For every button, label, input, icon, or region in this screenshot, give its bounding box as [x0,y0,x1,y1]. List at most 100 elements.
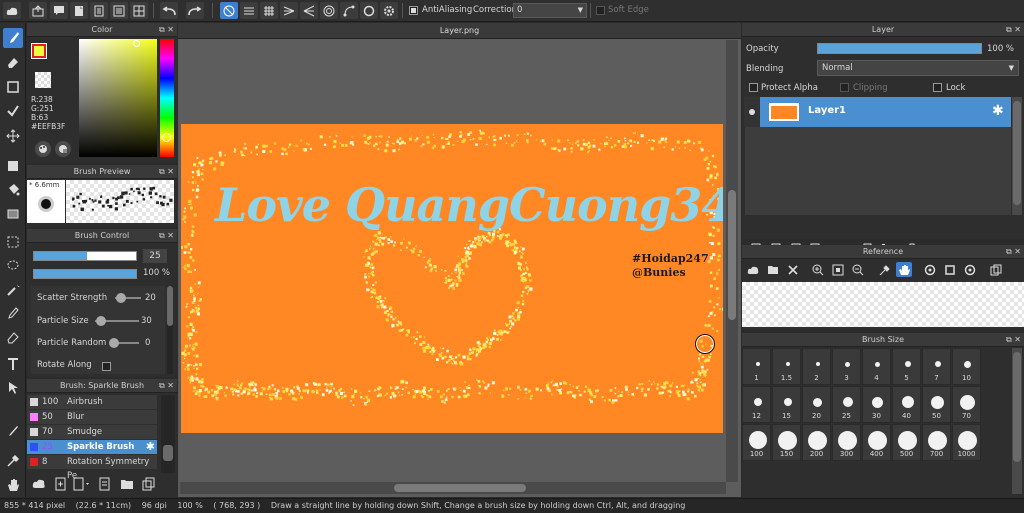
hand-tool-icon[interactable] [3,475,23,495]
correction-select[interactable]: 0 ▼ [513,3,587,18]
copy-brush-icon[interactable] [142,477,156,491]
rotate-along-checkbox[interactable] [102,362,111,372]
brush-settings-gear-icon[interactable]: ✱ [146,440,155,454]
brush-size-cell[interactable]: 3 [832,348,861,385]
hue-slider[interactable] [160,39,174,157]
particle-random-slider[interactable] [109,338,139,348]
blending-select[interactable]: Normal ▼ [817,60,1019,76]
brush-size-cell[interactable]: 100 [742,424,771,461]
foreground-color-swatch[interactable] [31,43,47,59]
bucket-tool-icon[interactable] [3,180,23,200]
brush-size-cell[interactable]: 4 [862,348,891,385]
brush-menu-icon[interactable] [72,477,92,491]
brush-size-cell[interactable]: 150 [772,424,801,461]
brush-size-cell[interactable]: 25 [832,386,861,423]
brush-size-cell[interactable]: 50 [922,386,951,423]
brush-size-cell[interactable]: 700 [922,424,951,461]
particle-size-slider[interactable] [95,316,139,326]
brush-size-cell[interactable]: 70 [952,386,981,423]
palette-icon[interactable] [35,141,51,157]
panel-controls-icon[interactable]: ⧉ ✕ [159,23,174,37]
brush-size-cell[interactable]: 300 [832,424,861,461]
document-icon[interactable] [90,2,108,19]
snap-off-icon[interactable] [220,2,238,19]
brush-size-cell[interactable]: 40 [892,386,921,423]
reference-copy-icon[interactable] [988,262,1004,277]
palette-settings-icon[interactable] [55,141,71,157]
layer-opacity-slider[interactable] [817,43,982,54]
brush-list-item[interactable]: 25 Sparkle Brush ✱ [27,440,157,454]
fill-rectangle-tool-icon[interactable] [3,156,23,176]
brush-list-item[interactable]: 70 Smudge [27,425,157,439]
brush-size-cell[interactable]: 1000 [952,424,981,461]
brush-size-cell[interactable]: 12 [742,386,771,423]
layer-list-scrollbar[interactable] [1012,97,1022,215]
brush-folder-icon[interactable] [120,477,134,491]
panel-controls-icon[interactable]: ⧉ ✕ [1006,23,1021,37]
brush-size-cell[interactable]: 30 [862,386,891,423]
fit-view-icon[interactable] [830,262,846,277]
add-brush-icon[interactable] [54,477,68,491]
reference-open-folder-icon[interactable] [765,262,781,277]
canvas-vertical-scrollbar[interactable] [726,40,738,482]
list-icon[interactable] [110,2,128,19]
curve-snap-icon[interactable] [340,2,358,19]
export-icon[interactable] [29,2,47,19]
brush-tool-icon[interactable] [3,28,23,48]
rotate-right-icon[interactable] [962,262,978,277]
brush-size-cell[interactable]: 20 [802,386,831,423]
select-rect-tool-icon[interactable] [3,232,23,252]
zoom-in-icon[interactable] [810,262,826,277]
grid-snap-icon[interactable] [260,2,278,19]
brush-list-scrollbar[interactable] [161,395,175,473]
lasso-tool-icon[interactable] [3,256,23,276]
text-tool-icon[interactable] [3,354,23,374]
brush-opacity-slider[interactable] [33,269,137,279]
panel-controls-icon[interactable]: ⧉ ✕ [1006,333,1021,347]
zoom-out-icon[interactable] [850,262,866,277]
soft-edge-checkbox[interactable] [596,6,605,16]
select-pen-tool-icon[interactable] [3,304,23,324]
magic-wand-tool-icon[interactable] [3,280,23,300]
redo-icon[interactable] [186,2,204,19]
check-tool-icon[interactable] [3,101,23,121]
brush-size-value[interactable]: 25 [143,249,167,263]
brush-size-cell[interactable]: 500 [892,424,921,461]
circle-snap-icon[interactable] [360,2,378,19]
eraser-tool-icon[interactable] [3,53,23,73]
brush-params-scrollbar[interactable] [167,286,173,374]
rectangle-tool-icon[interactable] [3,77,23,97]
panel-controls-icon[interactable]: ⧉ ✕ [159,165,174,179]
move-tool-icon[interactable] [3,126,23,146]
brush-size-cell[interactable]: 7 [922,348,951,385]
panel-controls-icon[interactable]: ⧉ ✕ [159,229,174,243]
visibility-eye-icon[interactable] [744,97,760,127]
reference-image-area[interactable] [742,282,1024,327]
reference-close-icon[interactable] [785,262,801,277]
brush-size-cell[interactable]: 400 [862,424,891,461]
brush-size-cell[interactable]: 200 [802,424,831,461]
layer-settings-gear-icon[interactable]: ✱ [992,104,1004,118]
panel-controls-icon[interactable]: ⧉ ✕ [1006,245,1021,259]
concentric-snap-icon[interactable] [320,2,338,19]
reference-hand-icon[interactable] [896,262,912,277]
brush-size-cell[interactable]: 1.5 [772,348,801,385]
reference-cloud-icon[interactable] [745,262,761,277]
brush-list-item[interactable]: 8 Rotation Symmetry Pe [27,455,157,481]
new-document-icon[interactable] [70,2,88,19]
brush-size-slider[interactable] [33,251,137,261]
transparent-color-swatch[interactable] [35,72,51,88]
comment-icon[interactable] [50,2,68,19]
duplicate-brush-icon[interactable] [98,477,112,491]
perspective-snap-icon[interactable] [300,2,318,19]
brush-size-cell[interactable]: 15 [772,386,801,423]
select-eraser-tool-icon[interactable] [3,328,23,348]
saturation-value-picker[interactable] [79,39,157,157]
reference-fit-icon[interactable] [942,262,958,277]
panel-controls-icon[interactable]: ⧉ ✕ [159,379,174,393]
canvas-horizontal-scrollbar[interactable] [180,482,726,494]
lock-checkbox[interactable] [933,83,942,93]
artboard[interactable]: Love QuangCuong347 #Hoidap247 @Bunies [181,124,723,433]
undo-icon[interactable] [160,2,178,19]
brush-size-cell[interactable]: 1 [742,348,771,385]
